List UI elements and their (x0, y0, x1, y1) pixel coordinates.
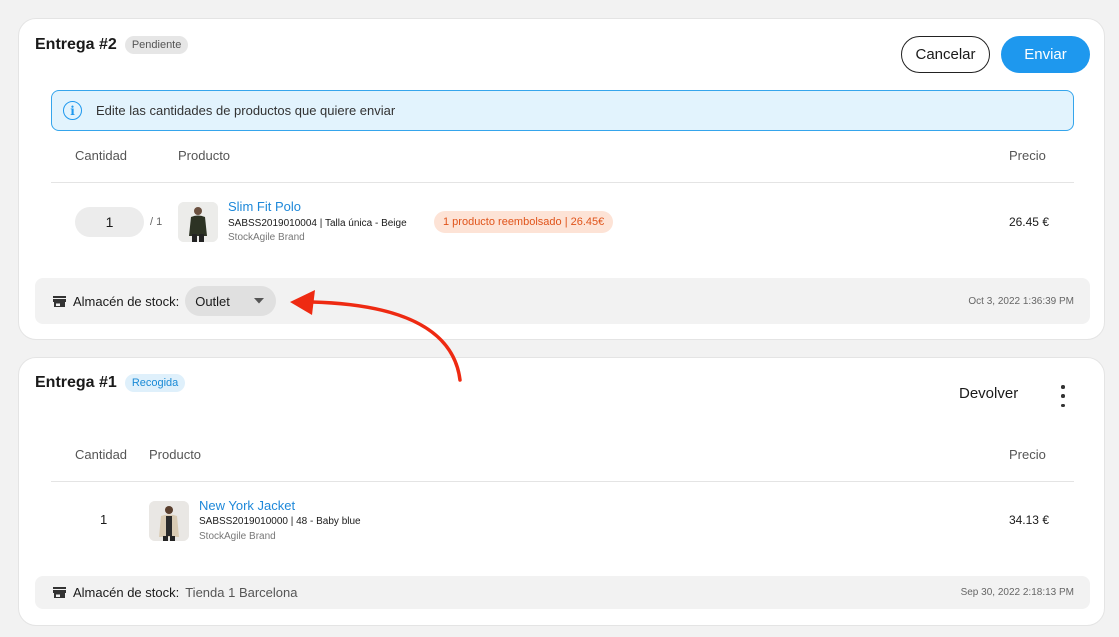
return-button[interactable]: Devolver (959, 385, 1018, 402)
column-header-quantity: Cantidad (75, 148, 128, 163)
info-icon: i (63, 101, 82, 120)
warehouse-bar: Almacén de stock: Outlet Oct 3, 2022 1:3… (35, 278, 1090, 324)
shipment-title: Entrega #2 (35, 36, 117, 53)
quantity-input[interactable] (75, 207, 144, 237)
send-button[interactable]: Enviar (1001, 36, 1090, 73)
product-price: 26.45 € (1008, 215, 1049, 229)
timestamp: Oct 3, 2022 1:36:39 PM (968, 295, 1074, 307)
column-header-quantity: Cantidad (75, 447, 128, 462)
product-thumbnail (178, 202, 218, 242)
warehouse-bar: Almacén de stock: Tienda 1 Barcelona Sep… (35, 576, 1090, 609)
product-sku: SABSS2019010004 | Talla única - Beige (228, 218, 407, 229)
kebab-menu-icon[interactable] (1058, 385, 1068, 407)
product-thumbnail (149, 501, 189, 541)
shipment-title: Entrega #1 (35, 374, 117, 391)
header-divider (51, 481, 1074, 482)
product-name-link[interactable]: Slim Fit Polo (228, 199, 301, 214)
quantity-max: / 1 (150, 216, 163, 228)
store-icon (53, 587, 66, 598)
shipment-title-row: Entrega #1 Recogida (35, 374, 186, 392)
product-price: 34.13 € (1008, 513, 1049, 527)
column-header-price: Precio (1009, 148, 1046, 163)
info-text: Edite las cantidades de productos que qu… (96, 103, 396, 118)
warehouse-value: Tienda 1 Barcelona (185, 585, 298, 600)
product-sku: SABSS2019010000 | 48 - Baby blue (199, 516, 361, 527)
column-header-price: Precio (1009, 447, 1046, 462)
shipment-card-1: Entrega #1 Recogida Devolver Cantidad Pr… (18, 357, 1105, 626)
shipment-title-row: Entrega #2 Pendiente (35, 36, 189, 54)
warehouse-selected-value: Outlet (195, 293, 230, 309)
warehouse-label: Almacén de stock: (73, 585, 180, 600)
refund-badge: 1 producto reembolsado | 26.45€ (434, 211, 614, 233)
status-badge: Recogida (124, 374, 186, 392)
warehouse-label: Almacén de stock: (73, 293, 180, 309)
store-icon (53, 295, 66, 307)
status-badge: Pendiente (124, 36, 189, 54)
cancel-button[interactable]: Cancelar (901, 36, 990, 73)
column-header-product: Producto (178, 148, 231, 163)
shipment-card-2: Entrega #2 Pendiente Cancelar Enviar i E… (18, 18, 1105, 340)
info-banner: i Edite las cantidades de productos que … (51, 90, 1074, 131)
quantity-value: 1 (100, 512, 108, 527)
warehouse-select[interactable]: Outlet (185, 286, 277, 316)
timestamp: Sep 30, 2022 2:18:13 PM (960, 587, 1074, 598)
chevron-down-icon (253, 298, 264, 304)
product-brand: StockAgile Brand (228, 232, 305, 243)
header-divider (51, 182, 1074, 183)
column-header-product: Producto (149, 447, 202, 462)
product-brand: StockAgile Brand (199, 531, 276, 542)
product-name-link[interactable]: New York Jacket (199, 498, 295, 513)
